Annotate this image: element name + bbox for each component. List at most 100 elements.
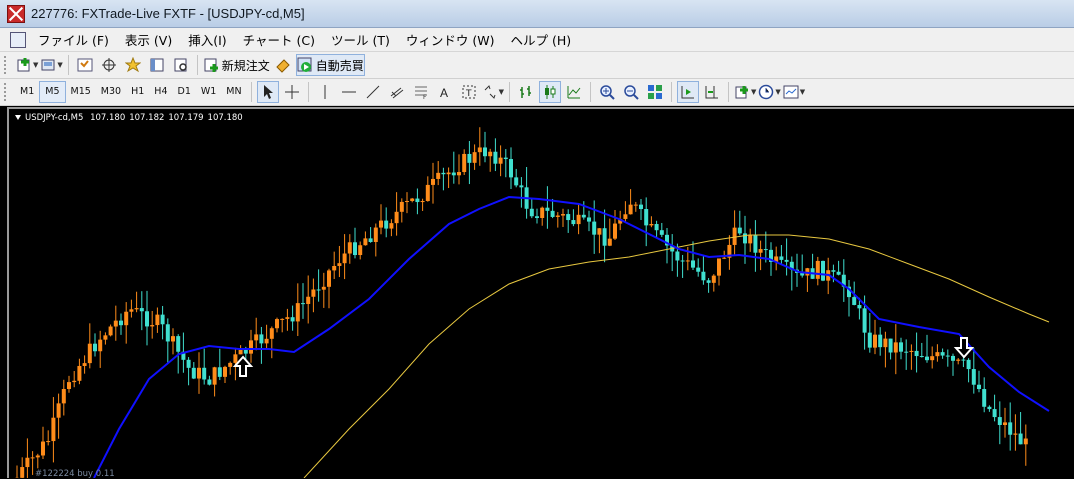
candle-body [1013,434,1017,435]
symbol-timeframe: USDJPY-cd,M5 [25,113,83,123]
menu-help[interactable]: ヘルプ (H) [502,30,579,49]
svg-text:A: A [440,86,448,100]
channel-button[interactable] [386,81,408,103]
periods-button[interactable]: ▼ [758,81,780,103]
metaeditor-button[interactable] [272,54,294,76]
chart-menu-triangle-icon[interactable] [15,115,21,120]
vertical-line-button[interactable] [314,81,336,103]
candle-body [405,201,409,202]
candle-body [899,342,903,351]
timeframe-m1[interactable]: M1 [15,82,39,102]
candle-body [98,340,102,352]
text-label-button[interactable]: T [458,81,480,103]
standard-toolbar: ▼ ▼ 新規注文 自動売買 [0,52,1074,79]
profiles-button[interactable]: ▼ [40,54,62,76]
candle-body [660,230,664,235]
candle-body [213,367,217,384]
candle-body [306,297,310,304]
strategy-tester-button[interactable] [170,54,192,76]
timeframe-m5[interactable]: M5 [39,81,65,103]
trendline-button[interactable] [362,81,384,103]
down-arrow-signal-icon [956,338,972,357]
candle-body [987,407,991,409]
candle-body [722,258,726,259]
candle-body [935,352,939,356]
toolbar-grip[interactable] [4,83,9,101]
candle-body [982,389,986,407]
toolbar-separator [590,82,591,102]
auto-trading-label: 自動売買 [316,57,364,74]
candle-body [218,367,222,377]
document-icon[interactable] [10,32,26,48]
auto-scroll-icon [680,84,696,100]
candle-body [748,235,752,243]
candle-body [317,289,321,290]
candle-body [998,417,1002,425]
menu-chart[interactable]: チャート (C) [235,30,323,49]
menu-tools[interactable]: ツール (T) [323,30,398,49]
candle-body [25,458,29,467]
candle-body [535,216,539,218]
candle-body [322,287,326,290]
candle-body [561,214,565,215]
crosshair-button[interactable] [281,81,303,103]
bar-chart-button[interactable] [515,81,537,103]
market-watch-button[interactable] [74,54,96,76]
toolbar-separator [197,55,198,75]
auto-scroll-button[interactable] [677,81,699,103]
horizontal-line-button[interactable] [338,81,360,103]
auto-trading-button[interactable]: 自動売買 [296,54,365,76]
fibonacci-button[interactable]: F [410,81,432,103]
timeframe-m15[interactable]: M15 [66,82,96,102]
data-window-button[interactable] [98,54,120,76]
candle-body [597,228,601,234]
arrows-icon [482,84,498,100]
cursor-button[interactable] [257,81,279,103]
zoom-out-button[interactable] [620,81,642,103]
candle-body [493,152,497,164]
toolbar-separator [251,82,252,102]
new-order-button[interactable]: 新規注文 [203,54,270,76]
timeframe-m30[interactable]: M30 [96,82,126,102]
text-a-icon: A [437,84,453,100]
timeframe-mn[interactable]: MN [221,82,246,102]
menu-view[interactable]: 表示 (V) [117,30,180,49]
terminal-button[interactable] [146,54,168,76]
zoom-in-button[interactable] [596,81,618,103]
tile-windows-button[interactable] [644,81,666,103]
candle-body [135,308,139,309]
candle-body [686,260,690,261]
timeframe-d1[interactable]: D1 [173,82,196,102]
candle-body [202,368,206,380]
chart-shift-button[interactable] [701,81,723,103]
channel-icon [389,84,405,100]
menu-insert[interactable]: 挿入(I) [180,30,234,49]
candle-body [608,239,612,246]
candle-body [410,199,414,201]
menu-window[interactable]: ウィンドウ (W) [398,30,503,49]
text-button[interactable]: A [434,81,456,103]
candle-body [457,172,461,175]
candle-body [733,228,737,245]
candle-body [145,311,149,326]
new-chart-button[interactable]: ▼ [16,54,38,76]
timeframe-h1[interactable]: H1 [126,82,149,102]
line-chart-button[interactable] [563,81,585,103]
svg-text:F: F [423,94,427,100]
price-chart[interactable] [9,109,1074,478]
menu-file[interactable]: ファイル (F) [30,30,117,49]
timeframe-w1[interactable]: W1 [196,82,221,102]
navigator-button[interactable] [122,54,144,76]
candle-body [176,336,180,352]
timeframe-h4[interactable]: H4 [149,82,172,102]
candle-body [577,215,581,224]
arrows-button[interactable]: ▼ [482,81,504,103]
chart-window[interactable]: USDJPY-cd,M5 107.180107.182107.179107.18… [7,107,1074,478]
candlestick-button[interactable] [539,81,561,103]
indicators-button[interactable]: ▼ [734,81,756,103]
toolbar-grip[interactable] [4,56,9,74]
candle-body [166,324,170,341]
templates-button[interactable]: ▼ [783,81,805,103]
candle-body [873,335,877,348]
candle-body [301,303,305,304]
